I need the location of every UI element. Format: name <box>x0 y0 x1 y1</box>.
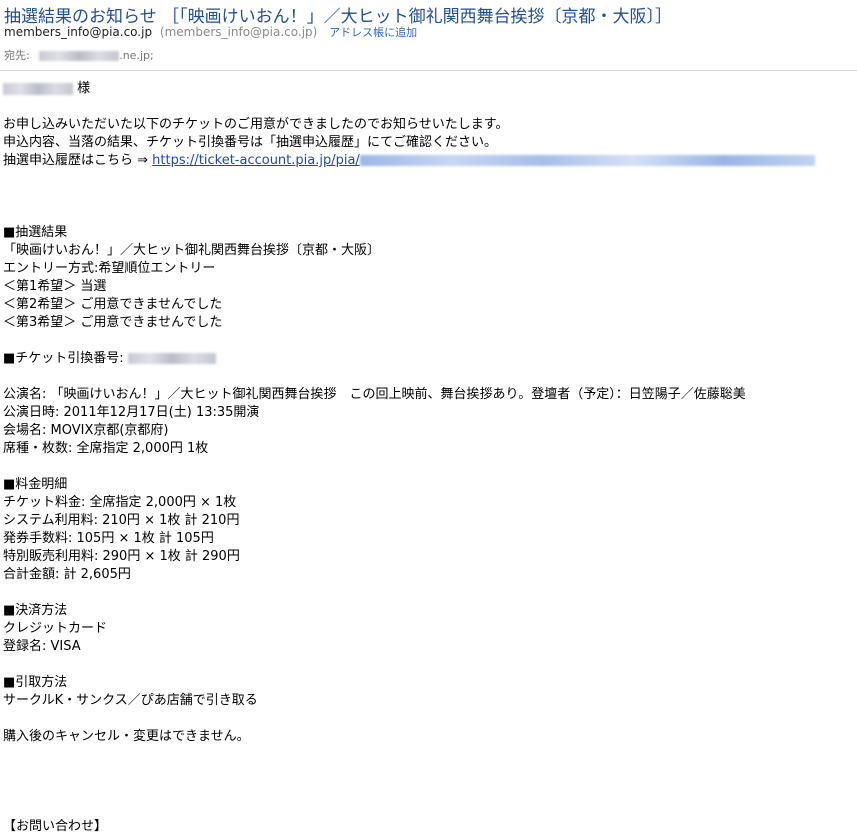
email-header: 抽選結果のお知らせ ［「映画けいおん！」／大ヒット御礼関西舞台挨拶〔京都・大阪〕… <box>0 0 857 71</box>
email-body: 様 お申し込みいただいた以下のチケットのご用意ができましたのでお知らせいたします… <box>3 80 855 836</box>
payment-line: 登録名: VISA <box>3 639 81 654</box>
section-heading-lottery: ■抽選結果 <box>3 225 68 240</box>
lottery-line: 「映画けいおん！」／大ヒット御礼関西舞台挨拶〔京都・大阪〕 <box>3 243 381 258</box>
recipient-line: 宛先: .ne.jp; <box>4 47 154 63</box>
sender-email[interactable]: members_info@pia.co.jp <box>4 25 152 39</box>
sender-line: members_info@pia.co.jp (members_info@pia… <box>4 24 417 40</box>
greeting-suffix: 様 <box>77 81 91 96</box>
ticket-number-redacted <box>127 353 216 364</box>
add-to-addressbook-link[interactable]: アドレス帳に追加 <box>329 26 417 39</box>
lottery-line: ＜第1希望＞ 当選 <box>3 279 107 294</box>
contact-heading: 【お問い合わせ】 <box>3 819 108 834</box>
fee-line: 発券手数料: 105円 × 1枚 計 105円 <box>3 531 214 546</box>
fee-total-line: 合計金額: 計 2,605円 <box>3 567 131 582</box>
lottery-line: ＜第2希望＞ ご用意できませんでした <box>3 297 223 312</box>
history-link[interactable]: https://ticket-account.pia.jp/pia/ <box>152 153 360 168</box>
recipient-domain: .ne.jp; <box>119 49 154 62</box>
history-link-redacted[interactable] <box>359 155 815 166</box>
ticket-number-label: ■チケット引換番号: <box>3 351 124 366</box>
greeting: 様 <box>3 80 855 98</box>
to-label: 宛先: <box>4 49 30 62</box>
fee-line: チケット料金: 全席指定 2,000円 × 1枚 <box>3 495 237 510</box>
recipient-name-redacted <box>3 82 73 95</box>
pickup-line: サークルK・サンクス／ぴあ店舗で引き取る <box>3 693 258 708</box>
sender-email-paren: (members_info@pia.co.jp) <box>159 25 318 39</box>
performance-line: 席種・枚数: 全席指定 2,000円 1枚 <box>3 441 209 456</box>
lottery-line: ＜第3希望＞ ご用意できませんでした <box>3 315 223 330</box>
performance-line: 公演名: 「映画けいおん！」／大ヒット御礼関西舞台挨拶 この回上映前、舞台挨拶あ… <box>3 387 746 402</box>
performance-line: 公演日時: 2011年12月17日(土) 13:35開演 <box>3 405 260 420</box>
history-line: 抽選申込履歴はこちら ⇒ https://ticket-account.pia.… <box>3 152 855 170</box>
lottery-line: エントリー方式:希望順位エントリー <box>3 261 216 276</box>
ticket-number-line: ■チケット引換番号: <box>3 350 855 368</box>
section-heading-fees: ■料金明細 <box>3 477 68 492</box>
section-heading-pickup: ■引取方法 <box>3 675 68 690</box>
history-prefix: 抽選申込履歴はこちら ⇒ <box>3 153 153 168</box>
fee-line: 特別販売利用料: 290円 × 1枚 計 290円 <box>3 549 240 564</box>
intro-line: お申し込みいただいた以下のチケットのご用意ができましたのでお知らせいたします。 <box>3 117 509 132</box>
intro-line: 申込内容、当落の結果、チケット引換番号は「抽選申込履歴」にてご確認ください。 <box>3 135 498 150</box>
section-heading-payment: ■決済方法 <box>3 603 68 618</box>
cancel-note: 購入後のキャンセル・変更はできません。 <box>3 729 250 744</box>
performance-line: 会場名: MOVIX京都(京都府) <box>3 423 169 438</box>
payment-line: クレジットカード <box>3 621 108 636</box>
fee-line: システム利用料: 210円 × 1枚 計 210円 <box>3 513 240 528</box>
recipient-redacted <box>39 51 120 61</box>
